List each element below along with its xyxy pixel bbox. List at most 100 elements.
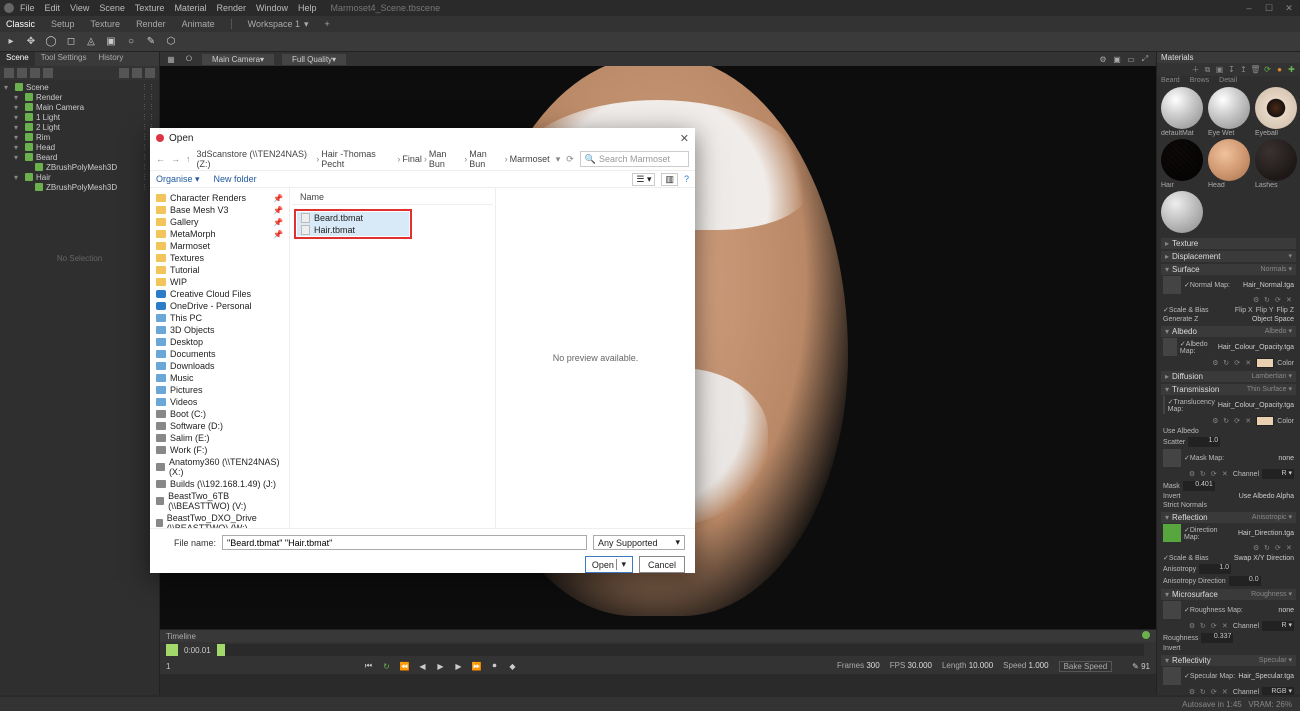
tab-render[interactable]: Render: [136, 19, 166, 29]
window-minimize[interactable]: –: [1242, 2, 1256, 14]
tree-item[interactable]: ▾Hair⋮⋮: [4, 172, 155, 182]
lasso-tool-icon[interactable]: ✎: [144, 35, 158, 49]
timeline-start-marker[interactable]: [166, 644, 178, 656]
filename-input[interactable]: [222, 535, 587, 550]
tree-item[interactable]: ▾Scene⋮⋮: [4, 82, 155, 92]
breadcrumb-item[interactable]: Marmoset: [510, 154, 550, 164]
folder-tree-item[interactable]: Character Renders📌: [150, 192, 289, 204]
timeline-track[interactable]: [160, 674, 1156, 695]
scene-tree[interactable]: ▾Scene⋮⋮▾Render⋮⋮▾Main Camera⋮⋮▾1 Light⋮…: [0, 80, 159, 194]
organise-menu[interactable]: Organise ▾: [156, 174, 200, 185]
tree-item[interactable]: ▾2 Light⋮⋮: [4, 122, 155, 132]
material-thumb[interactable]: Eyeball: [1253, 87, 1298, 137]
material-thumb[interactable]: Hair: [1159, 139, 1204, 189]
workspace-selector[interactable]: Workspace 1▾: [248, 19, 309, 30]
material-thumb[interactable]: defaultMat: [1159, 87, 1204, 137]
tree-item[interactable]: ▾Rim⋮⋮: [4, 132, 155, 142]
tree-item[interactable]: ▾Beard⋮⋮: [4, 152, 155, 162]
menu-render[interactable]: Render: [216, 3, 246, 13]
dialog-folder-tree[interactable]: Character Renders📌Base Mesh V3📌Gallery📌M…: [150, 188, 290, 528]
sec-reflection[interactable]: ▾ReflectionAnisotropic ▾: [1161, 512, 1296, 523]
normal-map-thumb[interactable]: [1163, 276, 1181, 294]
folder-tree-item[interactable]: Anatomy360 (\\TEN24NAS) (X:): [150, 456, 289, 478]
record-icon[interactable]: ⏺: [488, 660, 500, 672]
mat-tab-beard[interactable]: Beard: [1161, 77, 1180, 84]
menu-scene[interactable]: Scene: [99, 3, 125, 13]
light-tool-icon[interactable]: ◬: [84, 35, 98, 49]
folder-tree-item[interactable]: Videos: [150, 396, 289, 408]
mat-export-icon[interactable]: ↥: [1239, 65, 1248, 74]
material-thumb[interactable]: Lashes: [1253, 139, 1298, 189]
folder-tree-item[interactable]: Music: [150, 372, 289, 384]
folder-tree-item[interactable]: Documents: [150, 348, 289, 360]
dialog-close-icon[interactable]: ✕: [680, 132, 689, 145]
mat-new-icon[interactable]: ✚: [1287, 65, 1296, 74]
prev-frame-icon[interactable]: ◀: [416, 660, 428, 672]
direction-thumb[interactable]: [1163, 524, 1181, 542]
camera-lock-icon[interactable]: ⭘: [184, 54, 194, 64]
file-row[interactable]: Beard.tbmat: [297, 212, 409, 224]
goto-start-icon[interactable]: ⏮: [362, 660, 374, 672]
next-frame-icon[interactable]: ▶: [452, 660, 464, 672]
preview-pane-icon[interactable]: ▥: [661, 173, 678, 186]
crumb-drop-icon[interactable]: ▾: [556, 154, 561, 165]
mat-tab-brows[interactable]: Brows: [1190, 77, 1209, 84]
mask-thumb[interactable]: [1163, 449, 1181, 467]
sec-reflectivity[interactable]: ▾ReflectivitySpecular ▾: [1161, 655, 1296, 666]
view-mode-icon[interactable]: ☰ ▾: [632, 173, 655, 186]
menu-file[interactable]: File: [20, 3, 35, 13]
bounds-tool-icon[interactable]: ▣: [104, 35, 118, 49]
tree-item[interactable]: ▾Render⋮⋮: [4, 92, 155, 102]
folder-tree-item[interactable]: Marmoset: [150, 240, 289, 252]
mask-channel[interactable]: R ▾: [1262, 469, 1294, 479]
add-object-icon[interactable]: [4, 68, 14, 78]
delete-icon[interactable]: [145, 68, 155, 78]
sec-diffusion[interactable]: ▸DiffusionLambertian ▾: [1161, 371, 1296, 382]
folder-tree-item[interactable]: Base Mesh V3📌: [150, 204, 289, 216]
window-close[interactable]: ✕: [1282, 2, 1296, 14]
col-name[interactable]: Name: [292, 190, 493, 205]
sec-transmission[interactable]: ▾TransmissionThin Surface ▾: [1161, 384, 1296, 395]
prev-key-icon[interactable]: ⏪: [398, 660, 410, 672]
bake-speed-button[interactable]: Bake Speed: [1059, 661, 1113, 672]
search-input[interactable]: 🔍 Search Marmoset: [580, 151, 689, 167]
scatter-value[interactable]: 1.0: [1188, 437, 1220, 447]
folder-tree-item[interactable]: Gallery📌: [150, 216, 289, 228]
menu-help[interactable]: Help: [298, 3, 317, 13]
keyframe-icon[interactable]: ◆: [506, 660, 518, 672]
sec-microsurface[interactable]: ▾MicrosurfaceRoughness ▾: [1161, 589, 1296, 600]
circle-tool-icon[interactable]: ○: [124, 35, 138, 49]
translucency-thumb[interactable]: [1163, 396, 1165, 414]
workspace-add[interactable]: +: [325, 19, 330, 29]
folder-tree-item[interactable]: MetaMorph📌: [150, 228, 289, 240]
camera-selector[interactable]: Main Camera ▾: [202, 54, 274, 65]
mat-dup-icon[interactable]: ⧉: [1203, 65, 1212, 74]
poly-tool-icon[interactable]: ⬡: [164, 35, 178, 49]
move-tool-icon[interactable]: ✥: [24, 35, 38, 49]
file-row[interactable]: Hair.tbmat: [297, 224, 409, 236]
help-icon[interactable]: ?: [684, 174, 689, 184]
folder-tree-item[interactable]: Textures: [150, 252, 289, 264]
breadcrumb-item[interactable]: Hair -Thomas Pecht: [321, 149, 395, 169]
folder-tree-item[interactable]: Builds (\\192.168.1.49) (J:): [150, 478, 289, 490]
folder-tree-item[interactable]: Tutorial: [150, 264, 289, 276]
sec-displacement[interactable]: ▸Displacement▾: [1161, 251, 1296, 262]
mat-refresh-icon[interactable]: ⟳: [1263, 65, 1272, 74]
menu-view[interactable]: View: [70, 3, 89, 13]
sec-texture[interactable]: ▸Texture: [1161, 238, 1296, 249]
menu-texture[interactable]: Texture: [135, 3, 165, 13]
material-thumb[interactable]: Head: [1206, 139, 1251, 189]
mat-apply-icon[interactable]: ●: [1275, 65, 1284, 74]
breadcrumbs[interactable]: 3dScanstore (\\TEN24NAS) (Z:)›Hair -Thom…: [197, 149, 550, 169]
folder-tree-item[interactable]: WIP: [150, 276, 289, 288]
mat-fold-icon[interactable]: ▣: [1215, 65, 1224, 74]
albedo-color[interactable]: [1256, 358, 1274, 368]
tree-item[interactable]: ▾Head⋮⋮: [4, 142, 155, 152]
sec-surface[interactable]: ▾SurfaceNormals ▾: [1161, 264, 1296, 275]
mask-value[interactable]: 0.401: [1183, 481, 1215, 491]
nav-back-icon[interactable]: ←: [156, 154, 165, 164]
tree-item[interactable]: ▾Main Camera⋮⋮: [4, 102, 155, 112]
folder-tree-item[interactable]: Creative Cloud Files: [150, 288, 289, 300]
timeline-scrubber[interactable]: [217, 644, 1144, 656]
material-thumb[interactable]: Eye Wet: [1206, 87, 1251, 137]
